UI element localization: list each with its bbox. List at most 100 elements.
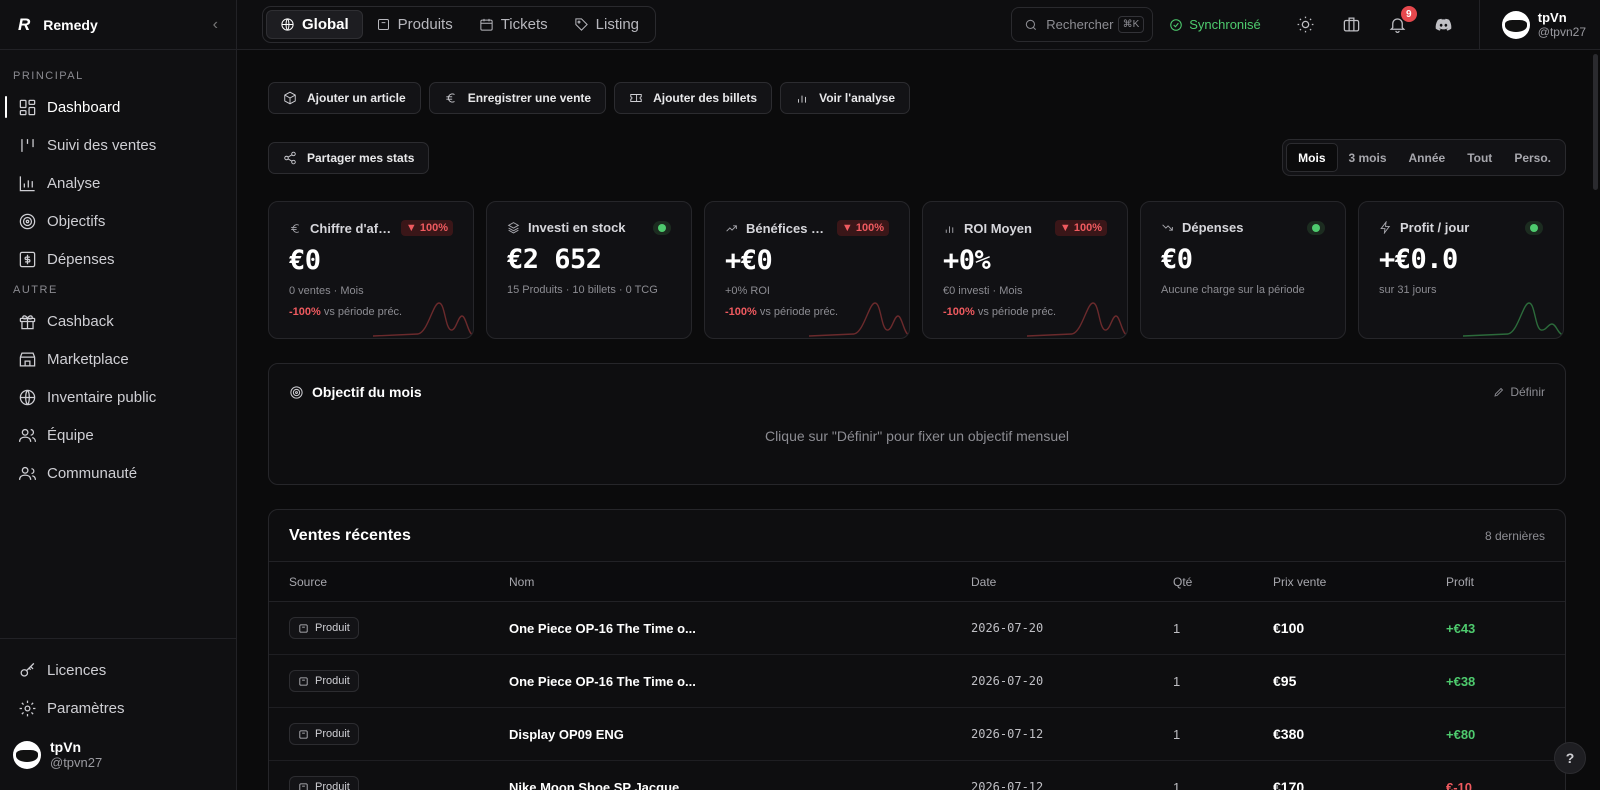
sidebar-item-label: Dépenses [47,250,115,268]
stat-label: Dépenses [1182,220,1244,235]
column-header-price[interactable]: Prix vente [1273,575,1446,589]
column-header-name[interactable]: Nom [509,575,971,589]
sidebar-item-label: Paramètres [47,699,125,717]
change-badge: ▼ 100% [836,220,889,236]
source-label: Produit [315,781,350,790]
stat-card-revenue[interactable]: Chiffre d'affaires ▼ 100% €0 0 ventes · … [268,201,474,339]
monthly-objective-panel: Objectif du mois Définir Clique sur "Déf… [268,363,1566,485]
stat-value: €0 [289,245,321,276]
sale-name: One Piece OP-16 The Time o... [509,620,696,636]
add-tickets-button[interactable]: Ajouter des billets [614,82,773,114]
sidebar-item-sales-tracking[interactable]: Suivi des ventes [0,126,236,164]
theme-toggle-button[interactable] [1283,15,1329,34]
sidebar-item-label: Marketplace [47,350,129,368]
recent-sales-count: 8 dernières [1484,528,1545,543]
table-row[interactable]: Produit One Piece OP-16 The Time o... 20… [269,655,1565,708]
trend-up-icon [726,224,737,232]
button-label: Enregistrer une vente [467,91,592,105]
tag-icon [575,18,588,31]
sun-icon [1297,16,1314,33]
community-icon [17,463,37,483]
discord-button[interactable] [1421,15,1467,34]
column-header-date[interactable]: Date [971,575,1173,589]
sidebar-item-label: Dashboard [47,98,121,116]
add-article-button[interactable]: Ajouter un article [268,82,421,114]
user-handle: @tpvn27 [50,755,103,770]
stat-card-average-roi[interactable]: ROI Moyen ▼ 100% +0% €0 investi · Mois -… [922,201,1128,339]
table-row[interactable]: Produit Display OP09 ENG 2026-07-12 1 €3… [269,708,1565,761]
sidebar-item-public-inventory[interactable]: Inventaire public [0,378,236,416]
period-all[interactable]: Tout [1456,143,1503,172]
stat-value: +€0.0 [1379,244,1458,275]
stat-sub: €0 investi · Mois [943,285,1023,297]
stat-card-invested-stock[interactable]: Investi en stock €2 652 15 Produits · 10… [486,201,692,339]
share-and-period-row: Partager mes stats Mois 3 mois Année Tou… [268,139,1566,176]
ticket-icon [630,94,642,102]
bar-chart-icon [798,95,807,103]
sidebar-user[interactable]: tpVn @tpvn27 [0,727,236,790]
topbar-user[interactable]: tpVn @tpvn27 [1478,0,1600,50]
tab-tickets[interactable]: Tickets [466,10,561,39]
period-3-months[interactable]: 3 mois [1338,143,1398,172]
column-header-source[interactable]: Source [269,575,509,589]
column-header-profit[interactable]: Profit [1446,575,1474,589]
sidebar-item-cashback[interactable]: Cashback [0,302,236,340]
sale-qty: 1 [1173,673,1181,689]
gear-icon [17,698,37,718]
sidebar-item-objectives[interactable]: Objectifs [0,202,236,240]
stat-sub: 15 Produits · 10 billets · 0 TCG [507,284,658,296]
source-pill: Produit [289,723,359,745]
euro-icon [291,223,299,233]
sale-date: 2026-07-20 [971,621,1044,635]
sale-price: €380 [1273,726,1305,742]
search-input[interactable]: Rechercher ⌘K [1011,7,1154,42]
search-shortcut: ⌘K [1117,16,1145,33]
tab-label: Tickets [500,16,548,33]
table-row[interactable]: Produit One Piece OP-16 The Time o... 20… [269,602,1565,655]
table-row[interactable]: Produit Nike Moon Shoe SP Jacque... 2026… [269,761,1565,790]
comparison-value: -100% [943,306,975,318]
dashboard-icon [17,97,37,117]
define-objective-button[interactable]: Définir [1493,385,1545,399]
sidebar-item-dashboard[interactable]: Dashboard [0,88,236,126]
scrollbar[interactable] [1593,54,1598,190]
status-dot [1307,220,1325,235]
search-placeholder: Rechercher [1046,17,1114,32]
view-analysis-button[interactable]: Voir l'analyse [780,82,911,114]
sidebar-item-marketplace[interactable]: Marketplace [0,340,236,378]
status-dot [653,220,671,235]
share-stats-button[interactable]: Partager mes stats [268,141,430,174]
sidebar-item-label: Licences [47,661,107,679]
sidebar-item-analysis[interactable]: Analyse [0,164,236,202]
gift-icon [17,311,37,331]
euro-icon [446,93,455,103]
package-icon [377,19,389,30]
tab-products[interactable]: Produits [363,10,466,39]
tab-listing[interactable]: Listing [561,10,652,39]
stat-card-net-profit[interactable]: Bénéfices nets ▼ 100% +€0 +0% ROI -100% … [704,201,910,339]
collapse-sidebar-icon[interactable]: ‹ [213,16,218,34]
tab-global[interactable]: Global [266,10,363,39]
period-selector: Mois 3 mois Année Tout Perso. [1282,139,1566,176]
sidebar-item-community[interactable]: Communauté [0,454,236,492]
sidebar-item-settings[interactable]: Paramètres [0,689,236,727]
column-header-qty[interactable]: Qté [1173,575,1273,589]
help-button[interactable]: ? [1554,742,1586,774]
sidebar-item-team[interactable]: Équipe [0,416,236,454]
briefcase-button[interactable] [1329,15,1375,34]
period-year[interactable]: Année [1398,143,1457,172]
tab-label: Produits [397,16,453,33]
sidebar-item-licenses[interactable]: Licences [0,651,236,689]
stat-card-profit-per-day[interactable]: Profit / jour +€0.0 sur 31 jours [1358,201,1564,339]
notifications-button[interactable]: 9 [1375,6,1421,34]
briefcase-icon [1344,17,1360,32]
stat-sub: 0 ventes · Mois [289,285,364,297]
stat-card-expenses[interactable]: Dépenses €0 Aucune charge sur la période [1140,201,1346,339]
period-custom[interactable]: Perso. [1503,143,1562,172]
period-month[interactable]: Mois [1286,143,1338,172]
store-icon [17,349,37,369]
sidebar-item-expenses[interactable]: Dépenses [0,240,236,278]
sidebar-item-label: Objectifs [47,212,106,230]
bolt-icon [1380,221,1391,234]
record-sale-button[interactable]: Enregistrer une vente [428,82,607,114]
